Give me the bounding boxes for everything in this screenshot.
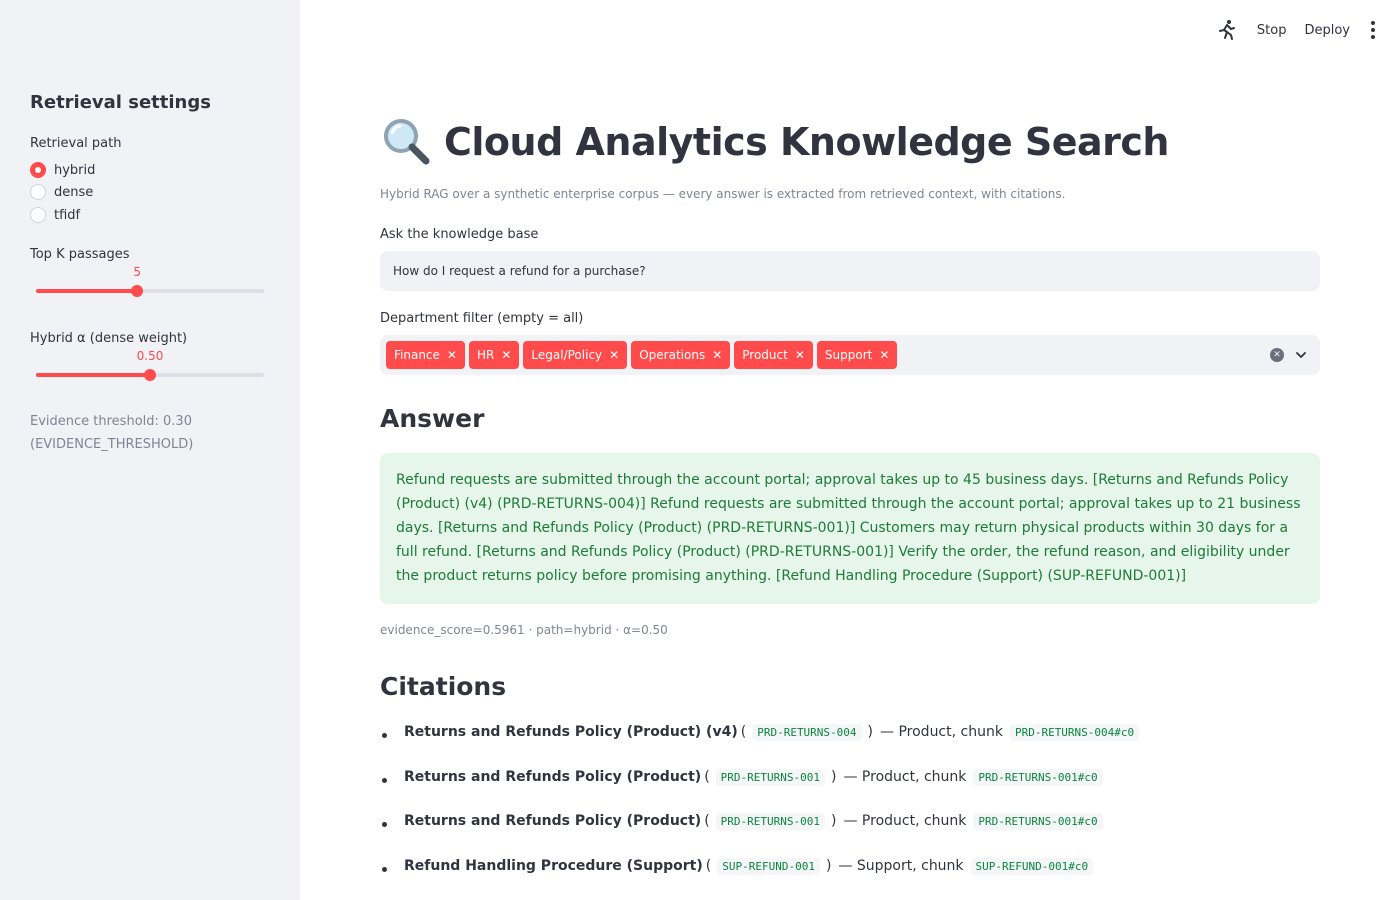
tag-label: HR (476, 348, 495, 362)
paren: ( (704, 813, 710, 830)
radio-label: dense (54, 184, 94, 200)
citation-chunk: SUP-REFUND-001#c0 (970, 858, 1094, 876)
citation-item: Refund Handling Procedure (Support) ( SUP… (380, 858, 1320, 900)
citation-dept: — Support, chunk (838, 858, 964, 875)
bullet-icon (382, 733, 387, 738)
slider-fill (36, 289, 138, 293)
slider-value: 0.50 (136, 349, 164, 363)
citation-title: Returns and Refunds Policy (Product) (404, 768, 702, 785)
evidence-score: evidence_score=0.5961 · path=hybrid · α=… (380, 623, 668, 637)
topk-slider[interactable]: 5 (36, 265, 264, 301)
citation-dept: — Product, chunk (843, 813, 967, 830)
citation-item: Returns and Refunds Policy (Product) (v4… (380, 724, 1320, 769)
department-multiselect[interactable]: Finance ✕ HR ✕ Legal/Policy ✕ Operations ✕ P… (380, 335, 1320, 375)
citation-title: Returns and Refunds Policy (Product) (v4… (404, 724, 738, 740)
citation-item: Returns and Refunds Policy (Product) ( PR… (380, 813, 1320, 858)
page-subtitle: Hybrid RAG over a synthetic enterprise c… (380, 187, 1066, 201)
radio-unselected-icon (30, 184, 46, 200)
citation-dept: — Product, chunk (843, 768, 967, 785)
tag-support[interactable]: Support ✕ (816, 341, 898, 369)
tag-label: Support (824, 348, 873, 362)
remove-tag-icon[interactable]: ✕ (795, 348, 805, 362)
stop-button[interactable]: Stop (1257, 23, 1287, 38)
citation-title: Returns and Refunds Policy (Product) (404, 813, 702, 830)
evidence-threshold-text: Evidence threshold: 0.30 (30, 414, 192, 429)
evidence-threshold-var: (EVIDENCE_THRESHOLD) (30, 437, 194, 452)
paren: ) (825, 858, 832, 875)
citation-doc-id: PRD-RETURNS-001 (715, 813, 825, 831)
kebab-menu-icon[interactable] (1368, 21, 1378, 39)
tag-label: Operations (639, 348, 706, 362)
paren: ) (831, 768, 837, 785)
answer-text: Refund requests are submitted through th… (396, 472, 1301, 584)
topk-label: Top K passages (30, 247, 130, 262)
remove-tag-icon[interactable]: ✕ (712, 348, 722, 362)
tag-product[interactable]: Product ✕ (734, 341, 813, 369)
retrieval-path-label: Retrieval path (30, 136, 122, 151)
remove-tag-icon[interactable]: ✕ (879, 348, 889, 362)
paren: ( (740, 724, 747, 740)
paren: ( (704, 768, 710, 785)
paren: ) (867, 724, 874, 740)
slider-fill (36, 373, 150, 377)
chevron-down-icon[interactable] (1294, 348, 1308, 362)
radio-dense[interactable]: dense (30, 182, 93, 202)
citation-doc-id: SUP-REFUND-001 (717, 858, 820, 876)
paren: ) (831, 813, 837, 830)
tag-legal-policy[interactable]: Legal/Policy ✕ (523, 341, 628, 369)
citation-doc-id: PRD-RETURNS-004 (752, 724, 862, 741)
bullet-icon (382, 777, 387, 783)
radio-selected-icon (30, 162, 46, 178)
tag-finance[interactable]: Finance ✕ (386, 341, 465, 369)
alpha-slider[interactable]: 0.50 (36, 349, 264, 385)
bullet-icon (382, 867, 387, 873)
tag-label: Finance (394, 348, 440, 362)
radio-hybrid[interactable]: hybrid (30, 160, 95, 180)
tag-operations[interactable]: Operations ✕ (631, 341, 731, 369)
citation-title: Refund Handling Procedure (Support) (404, 858, 703, 875)
slider-value: 5 (133, 265, 142, 279)
citations-list: Returns and Refunds Policy (Product) (v4… (380, 724, 1320, 900)
multiselect-controls: ✕ (1270, 335, 1308, 375)
sidebar-title: Retrieval settings (30, 92, 211, 113)
department-filter-label: Department filter (empty = all) (380, 311, 584, 326)
slider-thumb[interactable] (144, 369, 156, 381)
citation-chunk: PRD-RETURNS-001#c0 (973, 813, 1103, 831)
sidebar: Retrieval settings Retrieval path hybrid… (0, 0, 300, 900)
tag-label: Product (742, 348, 788, 362)
clear-all-icon[interactable]: ✕ (1270, 348, 1284, 362)
citation-chunk: PRD-RETURNS-001#c0 (973, 768, 1103, 786)
query-label: Ask the knowledge base (380, 227, 539, 242)
answer-heading: Answer (380, 404, 485, 433)
bullet-icon (382, 822, 387, 828)
slider-thumb[interactable] (131, 285, 144, 297)
citation-dept: — Product, chunk (880, 724, 1003, 740)
radio-tfidf[interactable]: tfidf (30, 205, 80, 225)
query-input[interactable] (380, 251, 1320, 291)
page-title: Cloud Analytics Knowledge Search (444, 120, 1169, 164)
citation-chunk: PRD-RETURNS-004#c0 (1009, 724, 1140, 741)
citations-heading: Citations (380, 672, 507, 701)
radio-label: tfidf (54, 207, 81, 223)
evidence-threshold-caption: Evidence threshold: 0.30 (EVIDENCE_THRES… (30, 410, 193, 456)
page-title-row: Cloud Analytics Knowledge Search (380, 116, 1169, 168)
remove-tag-icon[interactable]: ✕ (501, 348, 511, 362)
running-man-icon (1218, 20, 1235, 40)
tag-hr[interactable]: HR ✕ (468, 341, 520, 369)
radio-unselected-icon (30, 207, 46, 223)
remove-tag-icon[interactable]: ✕ (447, 348, 457, 362)
radio-label: hybrid (54, 162, 96, 178)
alpha-label: Hybrid α (dense weight) (30, 331, 188, 346)
top-toolbar: Stop Deploy (1215, 16, 1378, 44)
citation-doc-id: PRD-RETURNS-001 (715, 768, 825, 786)
tag-label: Legal/Policy (531, 348, 603, 362)
answer-box: Refund requests are submitted through th… (380, 453, 1320, 604)
paren: ( (705, 858, 712, 875)
remove-tag-icon[interactable]: ✕ (609, 348, 619, 362)
deploy-button[interactable]: Deploy (1304, 23, 1350, 38)
magnifier-icon (384, 119, 430, 165)
citation-item: Returns and Refunds Policy (Product) ( PR… (380, 768, 1320, 814)
